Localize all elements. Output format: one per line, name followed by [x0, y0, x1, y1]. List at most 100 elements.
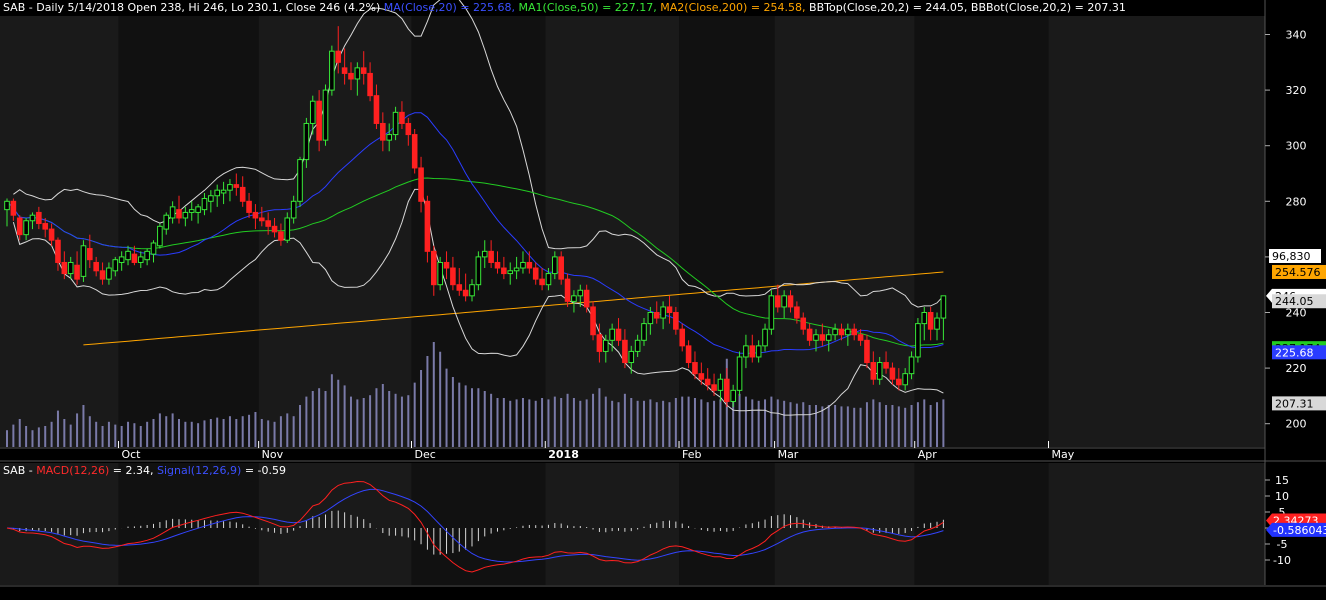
candle-body: [48, 228, 55, 241]
signal-header-label: Signal(12,26,9): [156, 464, 242, 477]
candle-body: [475, 256, 482, 286]
header-ma200: MA2(Close,200) = 254.58,: [656, 1, 806, 14]
candle-body: [360, 67, 367, 74]
candle-body: [539, 278, 545, 286]
signal-value-tag: -0.586043: [1266, 522, 1326, 537]
candle-body: [227, 184, 233, 191]
date-label: 2018: [548, 448, 579, 461]
candle-body: [335, 50, 342, 63]
candle-body: [481, 250, 488, 258]
candle-body: [615, 328, 622, 341]
macd-header-value: = 2.34,: [109, 464, 157, 477]
candle-body: [99, 270, 106, 280]
price-panel[interactable]: [0, 16, 1265, 585]
candle-body: [93, 261, 99, 272]
candle-body: [774, 295, 781, 308]
candle-body: [284, 217, 291, 241]
ma200-value-tag-text: 254.576: [1275, 266, 1321, 279]
candle-body: [596, 334, 603, 352]
macd-header-prefix: SAB -: [3, 464, 37, 477]
price-tick-label: 240: [1286, 307, 1307, 320]
candle-body: [157, 225, 163, 247]
candle-body: [462, 289, 469, 297]
candle-body: [558, 256, 564, 280]
candle-body: [564, 278, 571, 302]
macd-tick-label: 10: [1275, 490, 1289, 503]
candle: [297, 156, 303, 207]
candle-body: [246, 200, 252, 213]
candle-body: [341, 67, 348, 74]
price-panel-header: SAB - Daily 5/14/2018 Open 238, Hi 246, …: [3, 1, 1126, 15]
candle-body: [316, 100, 322, 141]
candle-body: [883, 362, 889, 369]
price-band: [118, 16, 259, 447]
candle-body: [520, 261, 526, 269]
candle-body: [832, 328, 838, 336]
ma20-value-tag: 225.68: [1272, 345, 1326, 360]
candle-body: [679, 328, 686, 347]
candle-body: [163, 214, 170, 230]
candle-body: [768, 295, 775, 330]
candle: [411, 129, 418, 174]
candle-body: [354, 67, 361, 80]
candle-body: [501, 267, 507, 275]
ma20-value-tag-text: 225.68: [1275, 346, 1314, 359]
candle-body: [704, 378, 711, 386]
candle-body: [889, 367, 896, 380]
candle-body: [150, 242, 157, 255]
candle-body: [380, 122, 386, 141]
candle: [736, 351, 743, 396]
bbbot-value-tag: 207.31: [1272, 396, 1326, 411]
stock-chart[interactable]: 200220240260280300320340151050-5-10OctNo…: [0, 0, 1326, 600]
candle-body: [259, 217, 265, 222]
candle-body: [418, 167, 424, 202]
candle: [157, 223, 163, 249]
candle-body: [239, 186, 246, 202]
candle-body: [819, 334, 826, 341]
candle-body: [10, 200, 17, 216]
candle-body: [67, 261, 74, 275]
candle: [590, 301, 596, 341]
macd-tick-label: -5: [1277, 538, 1288, 551]
candle-body: [583, 289, 590, 308]
candle-body: [450, 267, 456, 286]
candle-body: [571, 295, 577, 302]
volume-max-tag: 96,830: [1269, 249, 1321, 263]
candle: [768, 290, 775, 335]
candle-body: [864, 339, 870, 364]
candle-body: [781, 295, 787, 308]
price-tick-label: 320: [1286, 84, 1307, 97]
candle-body: [641, 323, 647, 341]
candle-body: [653, 312, 660, 319]
candle-body: [329, 50, 335, 91]
candle-body: [794, 306, 800, 319]
candle-body: [870, 362, 877, 380]
candle-body: [80, 245, 87, 277]
candle-body: [220, 189, 227, 194]
candle-body: [660, 306, 666, 319]
candle-body: [609, 328, 615, 341]
candle-body: [195, 206, 201, 213]
date-label: Oct: [121, 448, 141, 461]
macd-header-label: MACD(12,26): [36, 464, 110, 477]
candle-body: [106, 267, 112, 280]
macd-band: [774, 463, 915, 585]
candle-body: [685, 345, 692, 364]
macd-tick-label: 15: [1275, 474, 1289, 487]
candle-body: [214, 189, 221, 197]
macd-band: [914, 463, 1049, 585]
candle: [80, 240, 87, 282]
candle-body: [602, 339, 609, 352]
candle-body: [271, 225, 278, 233]
candle-body: [934, 317, 940, 330]
candle-body: [915, 323, 921, 358]
candle-body: [628, 350, 635, 364]
ma200-value-tag: 254.576: [1272, 264, 1326, 279]
candle-body: [61, 261, 68, 275]
candle-body: [494, 261, 501, 269]
price-band: [545, 16, 680, 447]
candle-body: [825, 334, 832, 341]
candle-body: [322, 89, 329, 141]
price-tick-label: 340: [1286, 29, 1307, 42]
price-band: [774, 16, 915, 447]
